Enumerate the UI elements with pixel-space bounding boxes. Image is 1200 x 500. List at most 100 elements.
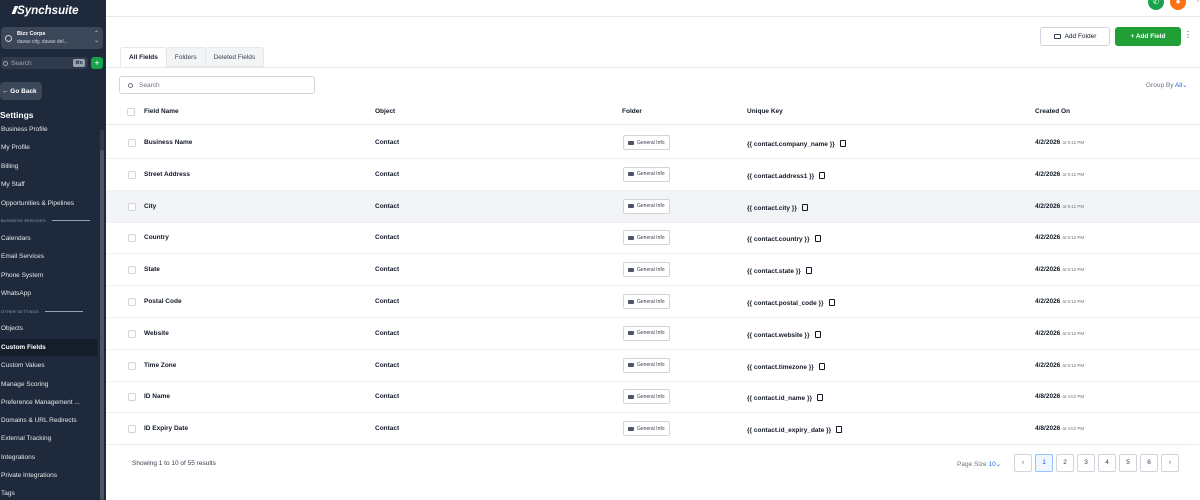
page-button[interactable]: 6: [1140, 454, 1158, 472]
sidebar-item-custom-values[interactable]: Custom Values: [1, 362, 45, 369]
copy-icon[interactable]: [836, 426, 843, 434]
column-header-object[interactable]: Object: [375, 108, 395, 115]
field-name[interactable]: Street Address: [144, 171, 190, 178]
table-row[interactable]: Street Address Contact General Info {{ cont…: [106, 159, 1200, 191]
page-button[interactable]: 1: [1035, 454, 1053, 472]
page-button[interactable]: 2: [1056, 454, 1074, 472]
column-header-unique-key[interactable]: Unique Key: [747, 108, 783, 115]
folder-badge[interactable]: General Info: [623, 166, 670, 182]
sidebar-item-private-integrations[interactable]: Private Integrations: [1, 472, 57, 479]
sidebar-item-my-staff[interactable]: My Staff: [1, 181, 25, 188]
row-checkbox[interactable]: [128, 139, 136, 147]
row-checkbox[interactable]: [128, 298, 136, 306]
folder-badge[interactable]: General Info: [623, 262, 670, 278]
folder-badge[interactable]: General Info: [623, 135, 670, 150]
sidebar-item-integrations[interactable]: Integrations: [1, 454, 35, 461]
copy-icon[interactable]: [819, 171, 826, 179]
more-options-icon[interactable]: ⋮: [1184, 30, 1192, 39]
sidebar-item-my-profile[interactable]: My Profile: [1, 144, 30, 151]
sidebar-item-custom-fields[interactable]: Custom Fields: [0, 339, 97, 356]
tab-folders[interactable]: Folders: [165, 47, 206, 67]
folder-badge[interactable]: General Info: [623, 230, 670, 246]
table-row[interactable]: Postal Code Contact General Info {{ contact…: [106, 286, 1200, 318]
sidebar-item-external-tracking[interactable]: External Tracking: [1, 435, 51, 442]
sidebar-scroll-thumb[interactable]: [100, 150, 104, 500]
sidebar-item-calendars[interactable]: Calendars: [1, 235, 31, 242]
go-back-button[interactable]: ← Go Back: [0, 82, 42, 100]
sidebar-item-preference-management[interactable]: Preference Management ...: [1, 399, 80, 406]
row-checkbox[interactable]: [128, 425, 136, 434]
prev-page-button[interactable]: ‹: [1014, 454, 1032, 472]
field-name[interactable]: Website: [144, 330, 169, 337]
sidebar-item-email-services[interactable]: Email Services: [1, 253, 44, 260]
folder-badge[interactable]: General Info: [623, 389, 670, 405]
tab-deleted-fields[interactable]: Deleted Fields: [204, 47, 265, 67]
copy-icon[interactable]: [818, 362, 825, 370]
field-name[interactable]: State: [144, 266, 160, 273]
sidebar-search[interactable]: Search ⌘K: [1, 57, 88, 69]
more-vertical-icon[interactable]: ⋮: [1194, 0, 1200, 3]
row-checkbox[interactable]: [128, 361, 136, 370]
row-checkbox[interactable]: [128, 170, 136, 179]
sidebar-item-whatsapp[interactable]: WhatsApp: [1, 290, 31, 297]
sidebar-add-button[interactable]: +: [91, 57, 103, 69]
user-avatar-icon[interactable]: ●: [1170, 0, 1186, 10]
table-row[interactable]: State Contact General Info {{ contact.state…: [106, 254, 1200, 287]
row-checkbox[interactable]: [128, 393, 136, 402]
table-row[interactable]: Country Contact General Info {{ contact.cou…: [106, 222, 1200, 255]
add-folder-button[interactable]: Add Folder: [1040, 27, 1110, 46]
table-row[interactable]: Business Name Contact General Info {{ conta…: [106, 127, 1200, 159]
row-checkbox[interactable]: [128, 266, 136, 275]
table-row[interactable]: Website Contact General Info {{ contact.web…: [106, 318, 1200, 350]
copy-icon[interactable]: [805, 267, 812, 275]
logo[interactable]: /// Synchsuite: [0, 0, 79, 22]
field-name[interactable]: ID Name: [144, 393, 170, 400]
sidebar-item-manage-scoring[interactable]: Manage Scoring: [1, 381, 48, 388]
column-header-folder[interactable]: Folder: [622, 108, 642, 115]
copy-icon[interactable]: [814, 330, 821, 338]
sidebar-item-domains[interactable]: Domains & URL Redirects: [1, 417, 77, 424]
folder-badge[interactable]: General Info: [623, 294, 670, 309]
account-switcher[interactable]: Bizz Corps davao city, davao del... ⌃ ⌄: [1, 27, 103, 49]
page-size-select[interactable]: Page Size 10⌄: [957, 460, 1001, 468]
field-name[interactable]: City: [144, 203, 156, 210]
folder-badge[interactable]: General Info: [623, 325, 670, 341]
row-checkbox[interactable]: [128, 234, 136, 243]
table-row[interactable]: ID Name Contact General Info {{ contact.id_…: [106, 381, 1200, 414]
field-name[interactable]: Time Zone: [144, 362, 176, 369]
copy-icon[interactable]: [801, 203, 808, 211]
field-name[interactable]: ID Expiry Date: [144, 425, 188, 432]
sidebar-item-billing[interactable]: Billing: [1, 163, 18, 170]
column-header-field-name[interactable]: Field Name: [144, 108, 179, 115]
search-input[interactable]: Search: [119, 76, 315, 94]
phone-icon[interactable]: ✆: [1148, 0, 1164, 10]
field-name[interactable]: Business Name: [144, 139, 192, 146]
add-field-button[interactable]: + Add Field: [1115, 27, 1181, 46]
table-row[interactable]: City Contact General Info {{ contact.city }…: [106, 190, 1200, 223]
sidebar-item-objects[interactable]: Objects: [1, 325, 23, 332]
folder-badge[interactable]: General Info: [623, 421, 670, 437]
field-name[interactable]: Postal Code: [144, 298, 182, 305]
sidebar-item-phone-system[interactable]: Phone System: [1, 272, 43, 279]
copy-icon[interactable]: [828, 299, 835, 306]
sidebar-item-opportunities[interactable]: Opportunities & Pipelines: [1, 200, 74, 207]
table-row[interactable]: ID Expiry Date Contact General Info {{ cont…: [106, 413, 1200, 446]
next-page-button[interactable]: ›: [1161, 454, 1179, 472]
folder-badge[interactable]: General Info: [623, 198, 670, 214]
row-checkbox[interactable]: [128, 329, 136, 338]
row-checkbox[interactable]: [128, 202, 136, 211]
sidebar-item-tags[interactable]: Tags: [1, 490, 15, 497]
table-row[interactable]: Time Zone Contact General Info {{ contact.t…: [106, 350, 1200, 382]
field-name[interactable]: Country: [144, 234, 169, 241]
group-by-select[interactable]: Group By All⌄: [1146, 81, 1188, 89]
select-all-checkbox[interactable]: [127, 108, 135, 116]
copy-icon[interactable]: [814, 235, 821, 243]
folder-badge[interactable]: General Info: [623, 357, 670, 373]
column-header-created-on[interactable]: Created On: [1035, 108, 1070, 115]
sidebar-item-business-profile[interactable]: Business Profile: [1, 126, 48, 133]
page-button[interactable]: 5: [1119, 454, 1137, 472]
copy-icon[interactable]: [839, 140, 846, 147]
copy-icon[interactable]: [817, 394, 824, 402]
page-button[interactable]: 4: [1098, 454, 1116, 472]
page-button[interactable]: 3: [1077, 454, 1095, 472]
